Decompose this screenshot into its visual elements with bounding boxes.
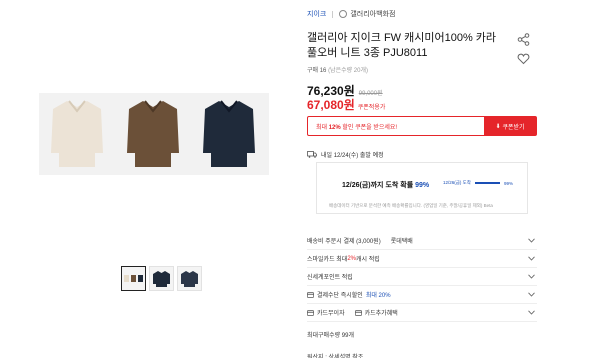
- coupon-prefix: 최대: [316, 124, 329, 131]
- card-benefits-row: 카드무이자 카드추가혜택: [307, 304, 537, 322]
- thumbnail-navy-front[interactable]: [149, 266, 174, 291]
- delivery-label: 내일 12/24(수) 출발 예정: [321, 153, 384, 159]
- chevron-down-icon: [528, 256, 535, 261]
- smile-card-row[interactable]: 스마일카드 최대 2% 캐시 적립: [307, 250, 537, 268]
- purchase-count: 구매 16 (남은수량 20개): [307, 65, 368, 74]
- sweater-brown-image: [127, 100, 179, 167]
- coupon-percent: 12%: [328, 124, 341, 131]
- divider: [332, 10, 334, 18]
- arrival-probability-title: 12/26(금)까지 도착 확률 99%: [342, 180, 429, 190]
- delivery-estimate: 내일 12/24(수) 출발 예정: [307, 150, 384, 159]
- payment-discount-percent: 최대 20%: [365, 293, 391, 299]
- arrival-probability-box: 12/26(금)까지 도착 확률 99% 12/26(금) 도착 99% 배송데…: [316, 162, 528, 214]
- arrival-probability: 99%: [415, 182, 430, 189]
- arrival-date-text: 12/26(금)까지 도착 확률: [342, 182, 416, 189]
- arrival-bar-track: [474, 182, 500, 184]
- shinsegae-point-row[interactable]: 신세계포인트 적립: [307, 268, 537, 286]
- shipping-fee-row[interactable]: 배송비 주문시 결제 (3,000원) 롯데택배: [307, 232, 537, 250]
- shinsegae-point-text: 신세계포인트 적립: [307, 275, 353, 281]
- brand-link[interactable]: 지이크: [307, 9, 326, 19]
- card-interest-free-link[interactable]: 카드무이자: [317, 308, 345, 317]
- max-purchase-text: 최대구매수량 99개: [307, 332, 354, 339]
- store-icon: [339, 10, 348, 18]
- get-coupon-button[interactable]: ⬇ 쿠폰받기: [484, 117, 536, 135]
- chevron-down-icon: [528, 274, 535, 279]
- chevron-down-icon: [528, 292, 535, 297]
- smile-card-suffix: 캐시 적립: [355, 257, 380, 263]
- arrival-bar-value: 99%: [503, 180, 513, 186]
- shipping-fee-text: 배송비 주문시 결제 (3,000원): [307, 239, 381, 245]
- coupon-message: 최대 12% 할인 쿠폰을 받으세요!: [308, 122, 484, 131]
- card-icon: [307, 291, 314, 298]
- thumbnail-navy-detail[interactable]: [177, 266, 202, 291]
- chevron-down-icon: [528, 238, 535, 243]
- brand-row: 지이크 갤러리아백화점: [307, 9, 395, 19]
- benefit-list: 배송비 주문시 결제 (3,000원) 롯데택배 스마일카드 최대 2% 캐시 …: [307, 232, 537, 358]
- coupon-price-row: 67,080원 쿠폰적용가: [307, 96, 385, 113]
- get-coupon-label: 쿠폰받기: [502, 124, 525, 131]
- product-main-image: [39, 93, 269, 175]
- remaining-stock: (남은수량 20개): [328, 68, 368, 74]
- card-extra-benefit-link[interactable]: 카드추가혜택: [354, 308, 398, 317]
- thumbnail-all-colors[interactable]: [121, 266, 146, 291]
- sweater-navy-image: [203, 100, 255, 167]
- truck-icon: [307, 151, 317, 158]
- coupon-banner: 최대 12% 할인 쿠폰을 받으세요! ⬇ 쿠폰받기: [307, 116, 537, 136]
- card-icon: [307, 309, 314, 316]
- payment-discount-text: 결제수단 즉시할인: [317, 293, 363, 299]
- smile-card-percent: 2%: [347, 255, 356, 262]
- origin-text: 원산지 : 상세설명 참조: [307, 354, 364, 358]
- arrival-bar-label: 12/26(금) 도착: [443, 180, 471, 185]
- coupon-price-label: 쿠폰적용가: [357, 105, 386, 111]
- smile-card-text: 스마일카드 최대: [307, 257, 348, 263]
- arrival-footnote: 배송데이터 기반으로 분석한 예측 배송확률입니다. (영업일 기준, 주말/공…: [329, 203, 493, 208]
- thumbnail-list: [121, 266, 202, 291]
- download-icon: ⬇: [495, 123, 501, 130]
- heart-icon[interactable]: [517, 52, 530, 65]
- sweater-ivory-image: [51, 100, 103, 167]
- card-extra-benefit-label: 카드추가혜택: [364, 311, 398, 317]
- product-info-panel: 지이크 갤러리아백화점 갤러리아 지이크 FW 캐시미어100% 카라 풀오버 …: [307, 0, 537, 358]
- product-title: 갤러리아 지이크 FW 캐시미어100% 카라 풀오버 니트 3종 PJU801…: [307, 32, 497, 59]
- courier-name: 롯데택배: [390, 239, 413, 245]
- payment-discount-row[interactable]: 결제수단 즉시할인 최대 20%: [307, 286, 537, 304]
- chevron-down-icon[interactable]: [528, 310, 535, 315]
- share-icon[interactable]: [517, 33, 530, 46]
- arrival-probability-bar: 12/26(금) 도착 99%: [443, 180, 513, 186]
- store-link[interactable]: 갤러리아백화점: [350, 9, 395, 19]
- purchase-count-label: 구매 16: [307, 68, 327, 74]
- coupon-price: 67,080원: [307, 98, 355, 112]
- card-icon: [354, 309, 362, 316]
- coupon-suffix: 할인 쿠폰을 받으세요!: [340, 124, 398, 131]
